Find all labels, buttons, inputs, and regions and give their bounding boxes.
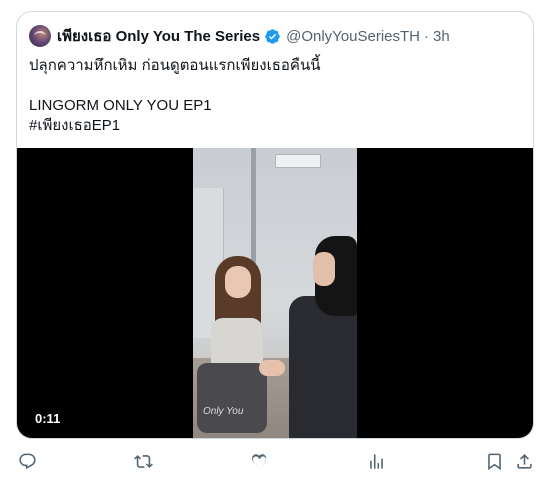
reply-button[interactable] [16, 450, 38, 472]
tweet-text: ปลุกความหึกเหิม ก่อนดูตอนแรกเพียงเธอคืนน… [29, 56, 521, 136]
scene-person-right-face [313, 252, 335, 286]
tweet-header: เพียงเธอ Only You The Series @OnlyYouSer… [29, 24, 521, 48]
video-duration-badge: 0:11 [29, 409, 67, 428]
share-icon [516, 453, 532, 469]
bookmark-icon [487, 453, 501, 470]
tweet-card[interactable]: เพียงเธอ Only You The Series @OnlyYouSer… [16, 11, 534, 439]
share-button[interactable] [513, 450, 535, 472]
reply-icon [18, 453, 36, 469]
tweet-text-line: ปลุกความหึกเหิม ก่อนดูตอนแรกเพียงเธอคืนน… [29, 57, 321, 74]
post-time[interactable]: 3h [433, 28, 450, 45]
tweet-actions-bar [0, 442, 552, 480]
scene-person-left-legs [197, 363, 267, 433]
views-icon [369, 453, 383, 469]
user-handle[interactable]: @OnlyYouSeriesTH [286, 28, 420, 45]
hashtag-link[interactable]: #เพียงเธอEP1 [29, 116, 521, 136]
repost-button[interactable] [132, 450, 154, 472]
scene-ceiling-light [275, 154, 321, 168]
like-icon [251, 453, 266, 467]
video-frame: Only You [193, 148, 357, 438]
repost-icon [133, 454, 153, 468]
display-name[interactable]: เพียงเธอ Only You The Series [57, 24, 260, 48]
bookmark-button[interactable] [483, 450, 505, 472]
video-player[interactable]: Only You 0:11 [17, 148, 533, 438]
scene-person-right-body [289, 296, 357, 438]
tweet-text-line [29, 76, 521, 96]
avatar[interactable] [29, 25, 51, 47]
scene-person-left-face [225, 266, 251, 298]
video-watermark: Only You [203, 406, 244, 417]
scene-hands [259, 360, 285, 376]
separator-dot: · [424, 27, 429, 45]
like-button[interactable] [248, 450, 270, 472]
tweet-text-line: LINGORM ONLY YOU EP1 [29, 97, 212, 114]
verified-badge-icon [264, 28, 281, 45]
views-button[interactable] [365, 450, 387, 472]
